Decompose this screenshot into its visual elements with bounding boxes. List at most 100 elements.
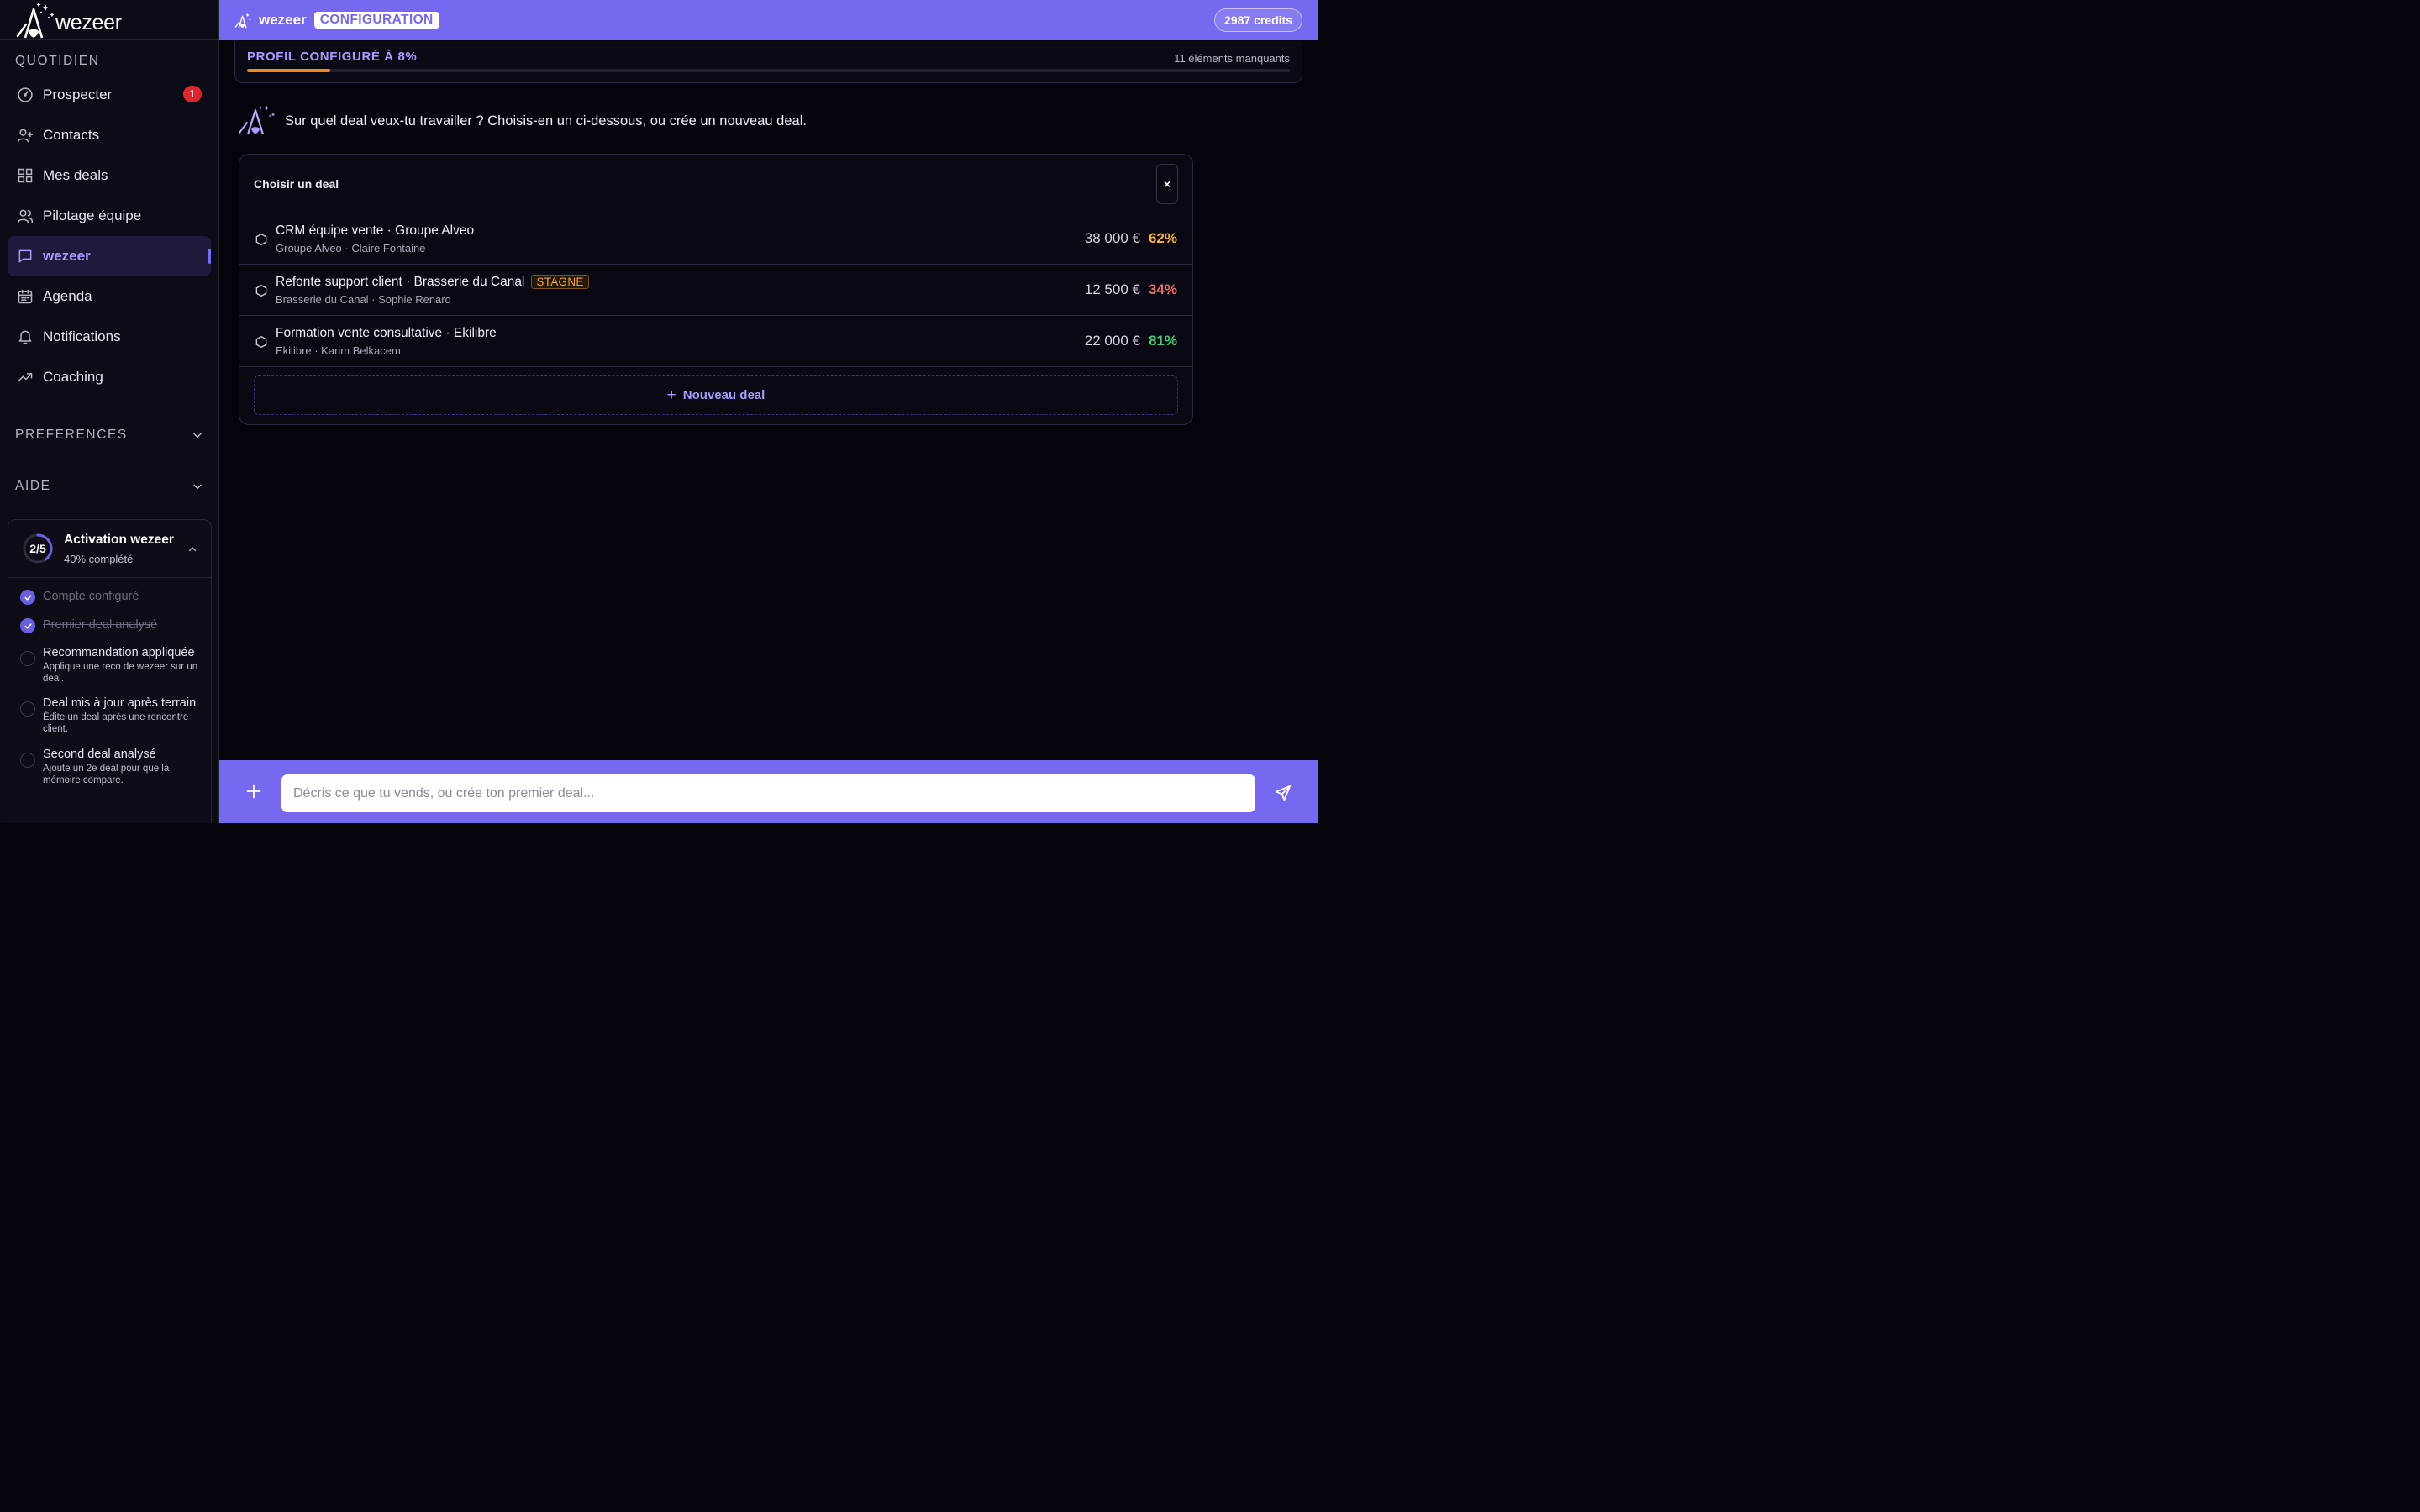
sidebar-item-mes-deals[interactable]: Mes deals [8,155,211,196]
deal-list: CRM équipe vente · Groupe Alveo Groupe A… [239,213,1192,367]
grid-icon [16,166,34,185]
activation-step[interactable]: Deal mis à jour après terrain Édite un d… [20,696,211,735]
sidebar-item-notifications[interactable]: Notifications [8,317,211,357]
sidebar-item-agenda[interactable]: Agenda [8,276,211,317]
deal-subtitle: Ekilibre · Karim Belkacem [276,344,401,357]
profile-progress-title: PROFIL CONFIGURÉ À 8% [247,50,418,64]
deal-probability: 62% [1148,230,1177,246]
sidebar-item-contacts[interactable]: Contacts [8,115,211,155]
sidebar-item-pilotage-equipe[interactable]: Pilotage équipe [8,196,211,236]
activation-steps: Compte configuré Premier deal analysé Re… [8,578,211,786]
add-attachment-button[interactable] [245,782,263,801]
sidebar-item-coaching[interactable]: Coaching [8,357,211,397]
activation-step[interactable]: Compte configuré [20,590,211,605]
activation-step-label: Deal mis à jour après terrain [43,696,197,710]
stagnant-badge: STAGNE [531,275,589,289]
chat-input[interactable] [281,774,1255,812]
assistant-message-text: Sur quel deal veux-tu travailler ? Chois… [285,113,807,129]
activation-subtitle: 40% complété [64,552,134,565]
trending-up-icon [16,368,34,386]
activation-progress-ring: 2/5 [22,533,54,564]
close-button[interactable]: × [1156,164,1178,204]
sidebar-item-label: Coaching [43,369,103,385]
sidebar-item-label: Mes deals [43,167,108,183]
deal-name: Refonte support client · Brasserie du Ca… [276,275,589,290]
chevron-up-icon [187,543,197,559]
plus-icon: + [666,386,676,404]
deal-subtitle: Groupe Alveo · Claire Fontaine [276,241,426,255]
deal-name-text: Refonte support client · Brasserie du Ca… [276,274,525,289]
chevron-down-icon [192,429,203,441]
sidebar-item-wezeer[interactable]: wezeer [8,236,211,276]
activation-step-label: Compte configuré [43,590,139,603]
deal-probability: 34% [1148,281,1177,297]
deal-name-text: CRM équipe vente · Groupe Alveo [276,223,475,238]
credits-badge[interactable]: 2987 credits [1214,8,1302,32]
check-done-icon [20,590,35,605]
activation-header[interactable]: 2/5 Activation wezeer 40% complété [8,520,211,578]
new-deal-button[interactable]: + Nouveau deal [254,375,1178,415]
sidebar-item-label: Agenda [43,288,92,304]
sidebar-item-label: Contacts [43,127,100,143]
check-empty-icon [20,651,35,666]
gauge-icon [16,86,34,104]
deal-name: Formation vente consultative · Ekilibre [276,326,497,341]
deal-amount: 12 500 € [1084,281,1140,297]
sidebar-item-label: wezeer [43,248,91,264]
activation-step-desc: Édite un deal après une rencontre client… [43,712,189,734]
profile-progress-fill [247,69,331,72]
sidebar-nav: Prospecter 1 Contacts Mes deals Pilotage… [0,75,218,397]
hexagon-icon [255,335,267,349]
activation-step-desc: Ajoute un 2e deal pour que la mémoire co… [43,764,170,785]
deal-metrics: 22 000 € 81% [1085,316,1177,366]
send-icon [1275,785,1292,801]
section-label-preferences: PREFERENCES [15,428,128,442]
sidebar-item-label: Prospecter [43,87,113,102]
sidebar-section-preferences[interactable]: PREFERENCES [0,425,218,445]
new-deal-label: Nouveau deal [682,388,765,402]
deal-row[interactable]: Refonte support client · Brasserie du Ca… [239,265,1192,316]
section-label-aide: AIDE [15,479,51,493]
top-bar: wezeer CONFIGURATION 2987 credits [219,0,1318,40]
deal-amount: 38 000 € [1084,230,1140,246]
deal-amount: 22 000 € [1084,333,1140,349]
deal-metrics: 38 000 € 62% [1085,213,1177,264]
user-plus-icon [16,126,34,144]
sidebar-item-prospecter[interactable]: Prospecter 1 [8,75,211,115]
activation-step-label: Second deal analysé [43,748,156,761]
activation-ring-label: 2/5 [29,542,46,555]
profile-progress-bar [247,69,1290,72]
deal-row[interactable]: Formation vente consultative · Ekilibre … [239,316,1192,367]
activation-step[interactable]: Second deal analysé Ajoute un 2e deal po… [20,748,211,786]
chat-composer [219,760,1318,823]
send-button[interactable] [1274,784,1292,802]
sidebar-item-label: Notifications [43,328,121,344]
check-empty-icon [20,701,35,717]
deal-row[interactable]: CRM équipe vente · Groupe Alveo Groupe A… [239,213,1192,265]
check-empty-icon [20,753,35,768]
deal-picker-title: Choisir un deal [254,176,339,191]
logo[interactable]: wezeer [0,0,218,40]
assistant-message: Sur quel deal veux-tu travailler ? Chois… [238,102,807,140]
plus-icon [246,784,261,799]
logo-text: wezeer [55,11,122,34]
wizard-logo-icon [234,12,251,29]
notification-count-badge: 1 [183,86,202,102]
brand-name: wezeer [259,12,307,28]
wizard-avatar-icon [238,102,276,140]
deal-picker-header: Choisir un deal × [239,155,1192,213]
sidebar-section-aide[interactable]: AIDE [0,476,218,496]
profile-progress-banner[interactable]: PROFIL CONFIGURÉ À 8% 11 éléments manqua… [234,41,1302,83]
chat-icon [16,247,34,265]
check-done-icon [20,618,35,633]
deal-picker: Choisir un deal × CRM équipe vente · Gro… [239,154,1193,425]
mode-tag: CONFIGURATION [313,12,439,29]
sidebar-item-label: Pilotage équipe [43,207,142,223]
calendar-icon [16,287,34,306]
activation-step[interactable]: Recommandation appliquée Applique une re… [20,646,211,685]
activation-step[interactable]: Premier deal analysé [20,618,211,633]
hexagon-icon [255,284,267,297]
section-label-daily: QUOTIDIEN [15,54,100,68]
bell-icon [16,328,34,346]
deal-name: CRM équipe vente · Groupe Alveo [276,223,474,239]
